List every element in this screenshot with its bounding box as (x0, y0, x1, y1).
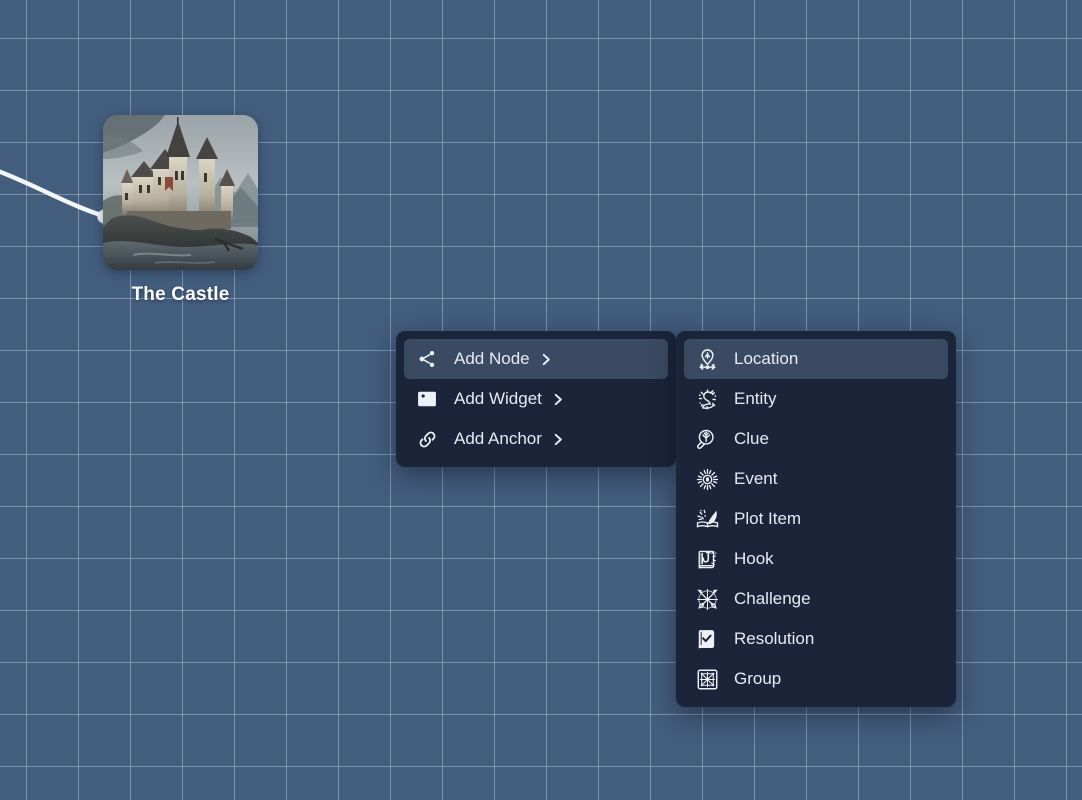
creature-icon (694, 386, 720, 412)
group-frame-icon (694, 666, 720, 692)
submenu-item-label: Group (734, 669, 782, 688)
submenu-item-label: Plot Item (734, 509, 802, 528)
submenu-item-plot-item[interactable]: Plot Item (684, 499, 948, 539)
chevron-right-icon (540, 352, 553, 367)
context-menu[interactable]: Add Node Add Widget Add Anchor (396, 331, 676, 467)
castle-thumbnail[interactable] (103, 115, 258, 270)
submenu-item-entity[interactable]: Entity (684, 379, 948, 419)
submenu-item-label: Location (734, 349, 799, 368)
crossed-swords-icon (694, 586, 720, 612)
submenu-item-clue[interactable]: Clue (684, 419, 948, 459)
connection-edge (0, 169, 107, 219)
submenu-item-label: Entity (734, 389, 777, 408)
node-the-castle[interactable]: The Castle (103, 115, 258, 306)
quill-book-icon (694, 506, 720, 532)
submenu-item-label: Hook (734, 549, 774, 568)
graph-canvas[interactable]: The Castle Add Node Add Widget Add Ancho… (0, 0, 1082, 800)
submenu-item-hook[interactable]: Hook (684, 539, 948, 579)
submenu-item-label: Clue (734, 429, 769, 448)
menu-item-add-anchor[interactable]: Add Anchor (404, 419, 668, 459)
submenu-item-group[interactable]: Group (684, 659, 948, 699)
hook-book-icon (694, 546, 720, 572)
submenu-item-label: Event (734, 469, 778, 488)
submenu-item-event[interactable]: Event (684, 459, 948, 499)
location-pin-icon (694, 346, 720, 372)
node-label: The Castle (131, 284, 230, 305)
magnifier-icon (694, 426, 720, 452)
submenu-item-resolution[interactable]: Resolution (684, 619, 948, 659)
image-icon (414, 386, 440, 412)
menu-item-add-node[interactable]: Add Node (404, 339, 668, 379)
submenu-item-label: Resolution (734, 629, 815, 648)
link-icon (414, 426, 440, 452)
starburst-eye-icon (694, 466, 720, 492)
submenu-item-location[interactable]: Location (684, 339, 948, 379)
submenu-item-label: Challenge (734, 589, 811, 608)
menu-item-label: Add Widget (454, 389, 542, 408)
chevron-right-icon (552, 392, 565, 407)
add-node-submenu[interactable]: Location Entity Clue Event Plot Item Hoo… (676, 331, 956, 707)
check-book-icon (694, 626, 720, 652)
menu-item-label: Add Node (454, 349, 530, 368)
share-nodes-icon (414, 346, 440, 372)
submenu-item-challenge[interactable]: Challenge (684, 579, 948, 619)
menu-item-add-widget[interactable]: Add Widget (404, 379, 668, 419)
menu-item-label: Add Anchor (454, 429, 542, 448)
chevron-right-icon (552, 432, 565, 447)
